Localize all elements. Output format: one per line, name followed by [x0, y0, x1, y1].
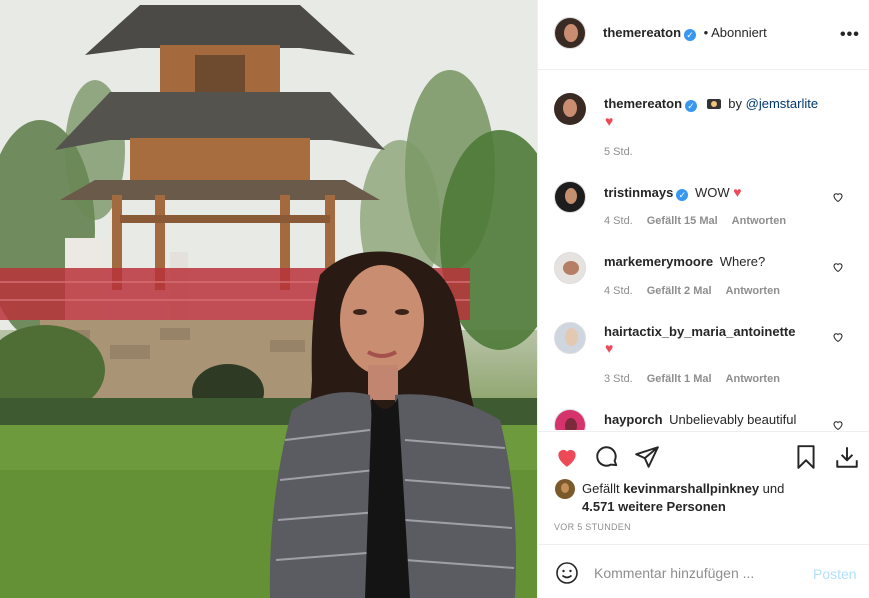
comment-time: 3 Std.: [604, 373, 633, 385]
comment-username[interactable]: hairtactix_by_maria_antoinette: [604, 324, 795, 339]
more-dots-icon[interactable]: •••: [840, 26, 860, 44]
author-avatar[interactable]: [554, 17, 586, 49]
post-header: themereaton ✓ • Abonniert •••: [538, 0, 869, 70]
comment-meta: 4 Std. Gefällt 2 Mal Antworten: [604, 285, 780, 297]
like-comment-heart-icon[interactable]: [832, 419, 844, 430]
post-photo[interactable]: [0, 0, 537, 598]
comments-list[interactable]: themereaton ✓ by @jemstarlite ♥ 5 Std. tr…: [538, 71, 869, 430]
post-detail-panel: themereaton ✓ • Abonniert ••• themereaton…: [537, 0, 869, 598]
comment-bubble-icon[interactable]: [594, 444, 620, 470]
comment-text: WOW: [695, 185, 730, 200]
caption-time: 5 Std.: [604, 146, 633, 158]
author-username[interactable]: themereaton: [603, 25, 681, 40]
comment-meta: 3 Std. Gefällt 1 Mal Antworten: [604, 373, 780, 385]
post-actions: Gefällt kevinmarshallpinkney und 4.571 w…: [538, 431, 869, 543]
comment-username[interactable]: hayporch: [604, 412, 663, 427]
like-comment-heart-icon[interactable]: [832, 261, 844, 273]
comment-text: Where?: [719, 254, 766, 269]
commenter-avatar[interactable]: [554, 409, 586, 430]
comment-time: 4 Std.: [604, 285, 633, 297]
verified-badge-icon: ✓: [676, 189, 689, 201]
verified-badge-icon: ✓: [685, 100, 698, 112]
red-heart-emoji-icon: ♥: [605, 113, 614, 129]
verified-badge-icon: ✓: [684, 29, 697, 41]
likes-user[interactable]: kevinmarshallpinkney: [623, 481, 759, 496]
comment-meta: 4 Std. Gefällt 15 Mal Antworten: [604, 215, 786, 227]
comment-likes[interactable]: Gefällt 2 Mal: [647, 285, 712, 297]
red-heart-emoji-icon: ♥: [605, 340, 614, 356]
emoji-smiley-icon[interactable]: [555, 561, 579, 585]
post-timestamp: VOR 5 STUNDEN: [554, 522, 631, 532]
camera-icon: [706, 99, 721, 109]
photo-scene: [0, 0, 537, 598]
likes-summary: Gefällt kevinmarshallpinkney und 4.571 w…: [582, 480, 862, 516]
like-comment-heart-icon[interactable]: [832, 191, 844, 203]
commenter-avatar[interactable]: [554, 181, 586, 213]
liker-avatar[interactable]: [555, 479, 575, 499]
save-bookmark-icon[interactable]: [793, 444, 819, 470]
comment-time: 4 Std.: [604, 215, 633, 227]
comment-likes[interactable]: Gefällt 1 Mal: [647, 373, 712, 385]
comment-username[interactable]: tristinmays: [604, 185, 673, 200]
red-heart-emoji-icon: ♥: [733, 184, 742, 200]
download-icon[interactable]: [834, 444, 860, 470]
comment-text: Unbelievably beautiful: [669, 412, 797, 427]
likes-conj: und: [762, 481, 785, 496]
comment-username[interactable]: markemerymoore: [604, 254, 713, 269]
commenter-avatar[interactable]: [554, 322, 586, 354]
reply-button[interactable]: Antworten: [732, 215, 786, 227]
post-comment-button[interactable]: Posten: [813, 566, 857, 582]
comment-likes[interactable]: Gefällt 15 Mal: [647, 215, 718, 227]
comment-input[interactable]: [594, 562, 794, 584]
caption-by: by: [728, 96, 743, 111]
caption-mention[interactable]: @jemstarlite: [746, 96, 818, 111]
like-comment-heart-icon[interactable]: [832, 331, 844, 343]
likes-prefix: Gefällt: [582, 481, 620, 496]
caption-username[interactable]: themereaton: [604, 96, 682, 111]
caption-avatar[interactable]: [554, 93, 586, 125]
like-heart-icon[interactable]: [554, 444, 580, 470]
add-comment-bar: Posten: [538, 544, 869, 598]
commenter-avatar[interactable]: [554, 252, 586, 284]
reply-button[interactable]: Antworten: [726, 373, 780, 385]
follow-status[interactable]: • Abonniert: [704, 25, 767, 40]
reply-button[interactable]: Antworten: [726, 285, 780, 297]
likes-others[interactable]: 4.571 weitere Personen: [582, 499, 726, 514]
share-paper-plane-icon[interactable]: [634, 444, 660, 470]
